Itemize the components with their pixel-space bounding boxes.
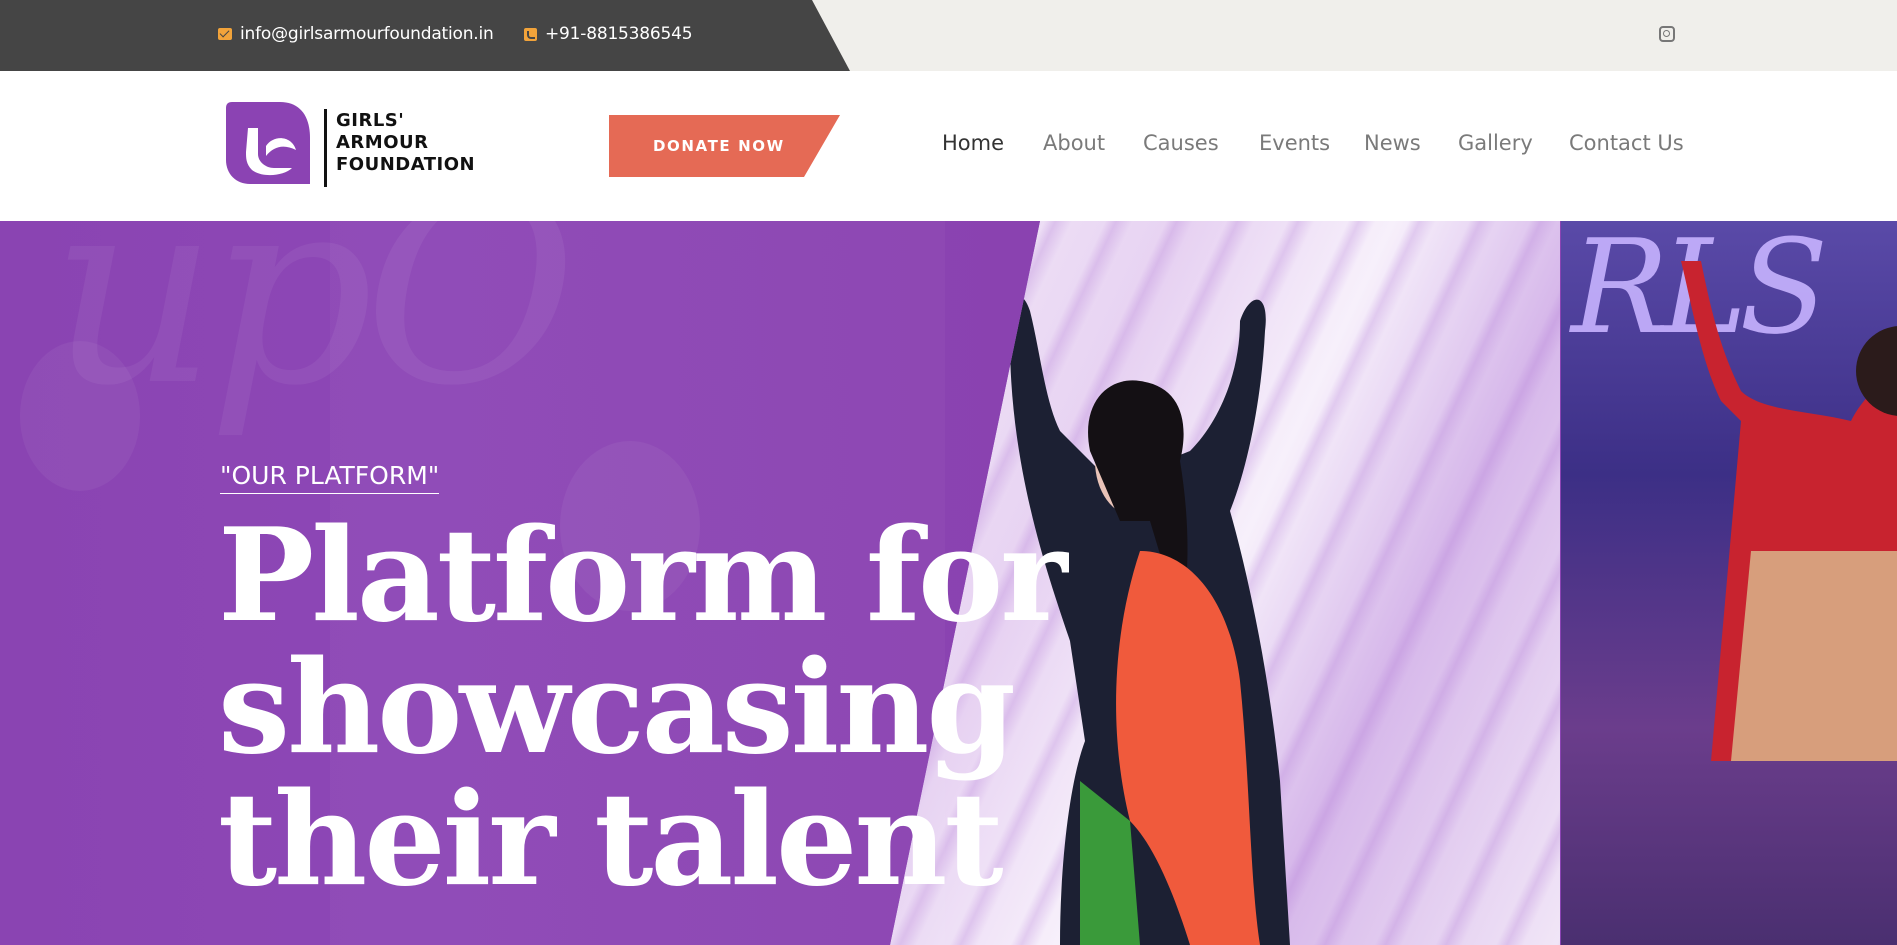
nav-contact-us[interactable]: Contact Us <box>1569 131 1684 155</box>
logo-line: ARMOUR <box>336 132 429 153</box>
hero-photo-right: RLS <box>1561 221 1897 945</box>
dancer-figure <box>1681 261 1897 761</box>
phone-icon <box>524 27 537 41</box>
nav-events[interactable]: Events <box>1259 131 1330 155</box>
phone-text: +91-8815386545 <box>545 24 693 44</box>
instagram-icon[interactable] <box>1659 26 1675 42</box>
logo-icon[interactable] <box>222 98 313 189</box>
logo-line: GIRLS' <box>336 110 405 131</box>
nav-home[interactable]: Home <box>942 131 1004 155</box>
email-text: info@girlsarmourfoundation.in <box>240 24 494 44</box>
hero-kicker: "OUR PLATFORM" <box>220 461 440 494</box>
envelope-icon <box>218 28 232 40</box>
logo-wordmark[interactable]: GIRLS' ARMOUR FOUNDATION <box>336 110 475 176</box>
top-bar: info@girlsarmourfoundation.in +91-881538… <box>0 0 1897 71</box>
phone-link[interactable]: +91-8815386545 <box>524 24 693 44</box>
nav-causes[interactable]: Causes <box>1143 131 1219 155</box>
hero-headline: Platform for showcasing their talent <box>218 501 1068 915</box>
logo-divider <box>324 109 327 187</box>
logo-line: FOUNDATION <box>336 154 476 175</box>
headline-line: showcasing <box>218 633 1016 783</box>
background-face <box>20 341 140 491</box>
headline-line: their talent <box>218 765 1004 915</box>
donate-now-button[interactable]: DONATE NOW <box>609 115 840 177</box>
email-link[interactable]: info@girlsarmourfoundation.in <box>218 24 494 44</box>
nav-about[interactable]: About <box>1043 131 1105 155</box>
nav-gallery[interactable]: Gallery <box>1458 131 1533 155</box>
nav-news[interactable]: News <box>1364 131 1421 155</box>
headline-line: Platform for <box>218 501 1068 651</box>
